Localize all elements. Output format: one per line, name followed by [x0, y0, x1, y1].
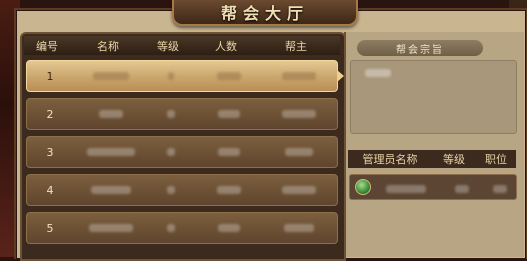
redacted-members	[218, 223, 240, 232]
redacted-purpose-text	[365, 69, 391, 77]
row-index: 1	[46, 69, 54, 83]
redacted-name	[91, 185, 131, 194]
header-level: 等级	[157, 39, 179, 53]
redacted-level	[167, 223, 175, 232]
green-gem-icon	[355, 179, 371, 195]
redacted-leader	[282, 109, 316, 118]
guild-row-5[interactable]: 5	[26, 212, 338, 244]
header-leader: 帮主	[285, 39, 307, 53]
row-index: 5	[46, 221, 54, 235]
row-index: 4	[46, 183, 54, 197]
redacted-members	[218, 109, 240, 118]
manager-list-header: 管理员名称 等级 职位	[348, 150, 516, 168]
title-plate: 帮会大厅	[172, 0, 358, 26]
guild-row-4[interactable]: 4	[26, 174, 338, 206]
row-index: 3	[46, 145, 54, 159]
redacted-level	[168, 71, 174, 80]
guild-row-2[interactable]: 2	[26, 98, 338, 130]
header-index: 编号	[36, 39, 58, 53]
redacted-level	[167, 185, 175, 194]
header-name: 名称	[97, 39, 119, 53]
redacted-members	[217, 71, 241, 80]
header-manager-level: 等级	[443, 153, 465, 166]
row-index: 2	[46, 107, 54, 121]
window-title: 帮会大厅	[220, 4, 309, 23]
guild-row-3[interactable]: 3	[26, 136, 338, 168]
redacted-members	[217, 185, 241, 194]
header-manager-position: 职位	[485, 153, 507, 166]
redacted-level	[167, 147, 175, 156]
redacted-leader	[282, 185, 316, 194]
redacted-name	[87, 147, 135, 156]
redacted-level	[167, 109, 175, 118]
header-manager-name: 管理员名称	[362, 153, 418, 166]
redacted-name	[99, 109, 123, 118]
guild-purpose-label: 帮会宗旨	[357, 40, 483, 56]
redacted-manager-level	[455, 184, 470, 193]
redacted-manager-name	[385, 184, 426, 193]
guild-row-1[interactable]: 1	[26, 60, 338, 92]
redacted-members	[218, 147, 240, 156]
redacted-manager-position	[493, 184, 508, 193]
redacted-name	[89, 223, 133, 232]
selection-arrow-icon	[337, 70, 344, 82]
guild-list-header: 编号 名称 等级 人数 帮主	[24, 36, 340, 55]
guild-purpose-box	[350, 60, 517, 134]
header-members: 人数	[215, 39, 237, 53]
manager-row[interactable]	[349, 174, 517, 200]
redacted-leader	[284, 223, 314, 232]
redacted-name	[93, 71, 129, 80]
redacted-leader	[285, 147, 313, 156]
redacted-leader	[282, 71, 316, 80]
